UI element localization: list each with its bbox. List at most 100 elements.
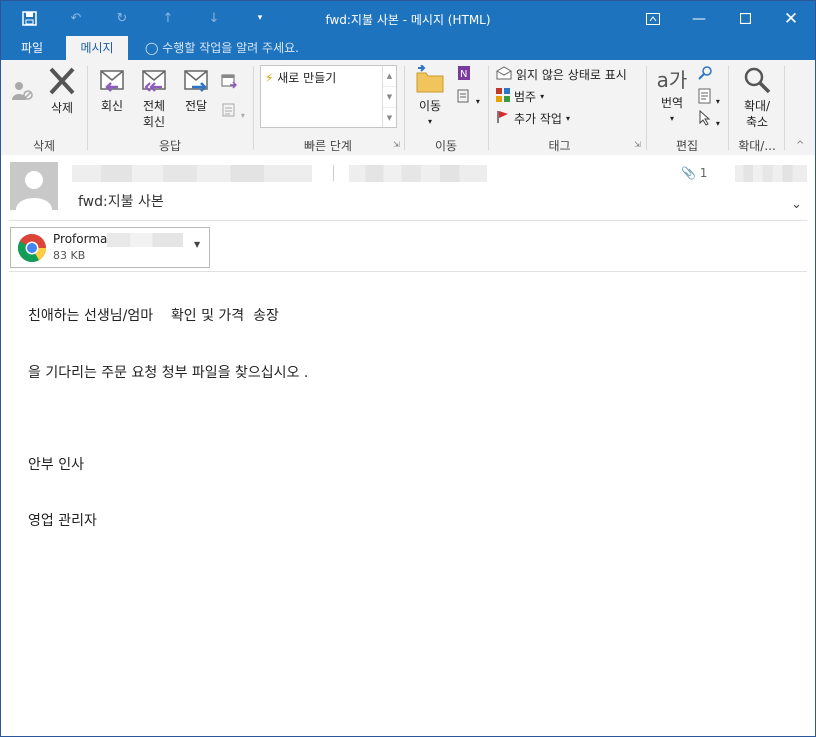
tab-message[interactable]: 메시지 [66, 36, 128, 60]
close-icon[interactable]: ✕ [768, 1, 814, 36]
group-respond-label: 응답 [158, 139, 182, 153]
attachment-dropdown-icon[interactable]: ▼ [194, 240, 200, 249]
delete-x-icon [46, 67, 78, 100]
group-zoom-label: 확대/... [738, 139, 776, 153]
mark-unread-button[interactable]: 읽지 않은 상태로 표시 [496, 66, 627, 83]
ribbon-tabs: 파일 메시지 ◯ 수행할 작업을 알려 주세요. [1, 36, 815, 60]
lightning-icon: ⚡ [265, 71, 274, 85]
select-chevron-icon: ▾ [715, 119, 720, 128]
quick-steps-scrollbar[interactable]: ▲ ▼ ▼ [382, 66, 396, 127]
collapse-ribbon-icon[interactable]: ^ [796, 140, 804, 151]
title-bar: ↶ ↻ ↑ ↓ ▾ fwd:지불 사본 - 메시지 (HTML) — ✕ [1, 1, 815, 36]
reply-icon [96, 70, 128, 98]
tab-file[interactable]: 파일 [1, 36, 63, 60]
quick-steps-gallery[interactable]: ⚡ 새로 만들기 ▲ ▼ ▼ [260, 65, 397, 128]
body-line-2: 을 기다리는 주문 요청 청부 파일을 찾으십시오 . [28, 365, 309, 381]
message-header: 📎 1 fwd:지불 사본 ⌄ [1, 155, 815, 221]
related-button[interactable]: ▾ [695, 88, 723, 107]
meeting-button[interactable] [219, 73, 239, 92]
onenote-icon: N [455, 66, 471, 84]
categorize-chevron-icon: ▾ [540, 92, 545, 101]
related-icon [698, 88, 716, 107]
envelope-unread-icon [496, 66, 512, 83]
ignore-junk-button[interactable] [9, 80, 37, 105]
meeting-icon [221, 74, 238, 92]
move-chevron-icon: ▾ [427, 117, 432, 126]
onenote-button[interactable]: N [453, 65, 473, 84]
reply-all-button[interactable]: 전체 회신 [135, 65, 173, 130]
quick-step-new-label: 새로 만들기 [277, 71, 337, 85]
categories-icon [496, 88, 510, 105]
minimize-icon[interactable]: — [676, 1, 722, 36]
delete-label: 삭제 [50, 101, 74, 115]
more-respond-icon [221, 103, 241, 121]
follow-up-label: 추가 작업 [514, 112, 562, 126]
svg-text:N: N [460, 69, 467, 80]
actions-button[interactable]: ▾ [453, 88, 483, 107]
delete-button[interactable]: 삭제 [43, 65, 81, 116]
folder-move-icon [414, 64, 446, 98]
group-editing-label: 편집 [675, 139, 699, 153]
find-button[interactable] [695, 65, 715, 84]
ribbon: 삭제 삭제 회신 전체 회신 전달 ▾ 응답 ⚡ 새로 만들기 ▲ ▼ ▼ 빠른… [1, 60, 815, 156]
tags-launcher-icon[interactable]: ⇲ [634, 140, 641, 149]
gallery-more-icon[interactable]: ▼ [383, 108, 396, 128]
attachment-count: 📎 1 [681, 166, 707, 180]
reply-button[interactable]: 회신 [93, 65, 131, 114]
zoom-label-2: 축소 [745, 115, 769, 129]
magnifier-icon [742, 67, 772, 98]
quick-steps-launcher-icon[interactable]: ⇲ [393, 140, 400, 149]
group-quick-steps-label: 빠른 단계 [304, 139, 352, 153]
message-subject: fwd:지불 사본 [78, 194, 164, 210]
actions-chevron-icon: ▾ [475, 97, 480, 106]
recipient-redacted [349, 165, 487, 182]
reply-all-label-2: 회신 [142, 115, 166, 129]
move-button[interactable]: 이동 ▾ [411, 64, 449, 130]
group-separator [728, 66, 729, 150]
quick-step-new[interactable]: ⚡ 새로 만들기 [265, 69, 336, 86]
chrome-icon [17, 233, 47, 263]
outlook-message-window: ↶ ↻ ↑ ↓ ▾ fwd:지불 사본 - 메시지 (HTML) — ✕ 파일 … [0, 0, 816, 737]
attachment-size: 83 KB [53, 249, 86, 262]
reply-all-icon [138, 70, 170, 98]
header-divider [9, 220, 807, 221]
forward-button[interactable]: 전달 [177, 65, 215, 114]
attachment-count-value: 1 [699, 166, 708, 180]
reply-all-label-1: 전체 [142, 99, 166, 113]
select-button[interactable]: ▾ [695, 109, 723, 129]
translate-button[interactable]: a가 번역 ▾ [653, 65, 691, 127]
categorize-label: 범주 [514, 90, 537, 104]
group-delete-label: 삭제 [32, 139, 56, 153]
scroll-down-icon[interactable]: ▼ [383, 87, 396, 108]
follow-up-chevron-icon: ▾ [565, 114, 570, 123]
paperclip-icon: 📎 [681, 166, 696, 180]
related-chevron-icon: ▾ [715, 97, 720, 106]
actions-icon [456, 89, 476, 107]
body-line-3: 안부 인사 [28, 457, 84, 473]
sender-avatar [10, 162, 58, 210]
tell-me-box[interactable]: ◯ 수행할 작업을 알려 주세요. [145, 36, 299, 60]
group-move-label: 이동 [434, 139, 458, 153]
body-line-1: 친애하는 선생님/엄마 확인 및 가격 송장 [28, 308, 279, 324]
attachment-name: Proforma [53, 232, 108, 246]
forward-label: 전달 [184, 99, 208, 113]
maximize-icon[interactable] [722, 1, 768, 36]
expand-header-chevron-icon[interactable]: ⌄ [791, 197, 802, 212]
group-tags-label: 태그 [548, 139, 571, 153]
forward-icon [180, 70, 212, 98]
zoom-label-1: 확대/ [743, 99, 771, 113]
mark-unread-label: 읽지 않은 상태로 표시 [516, 68, 627, 82]
categorize-button[interactable]: 범주 ▾ [496, 88, 544, 105]
header-separator [333, 165, 334, 181]
translate-icon: a가 [656, 68, 688, 92]
ribbon-display-options-icon[interactable] [630, 1, 676, 36]
zoom-button[interactable]: 확대/ 축소 [734, 65, 780, 130]
more-respond-button[interactable]: ▾ [219, 102, 247, 121]
scroll-up-icon[interactable]: ▲ [383, 66, 396, 87]
attachment-tile[interactable]: Proforma 83 KB ▼ [10, 227, 210, 268]
attachment-name-redacted [107, 233, 183, 247]
group-separator [784, 66, 785, 150]
follow-up-button[interactable]: 추가 작업 ▾ [496, 110, 570, 127]
reply-label: 회신 [100, 99, 124, 113]
date-redacted [735, 165, 807, 182]
